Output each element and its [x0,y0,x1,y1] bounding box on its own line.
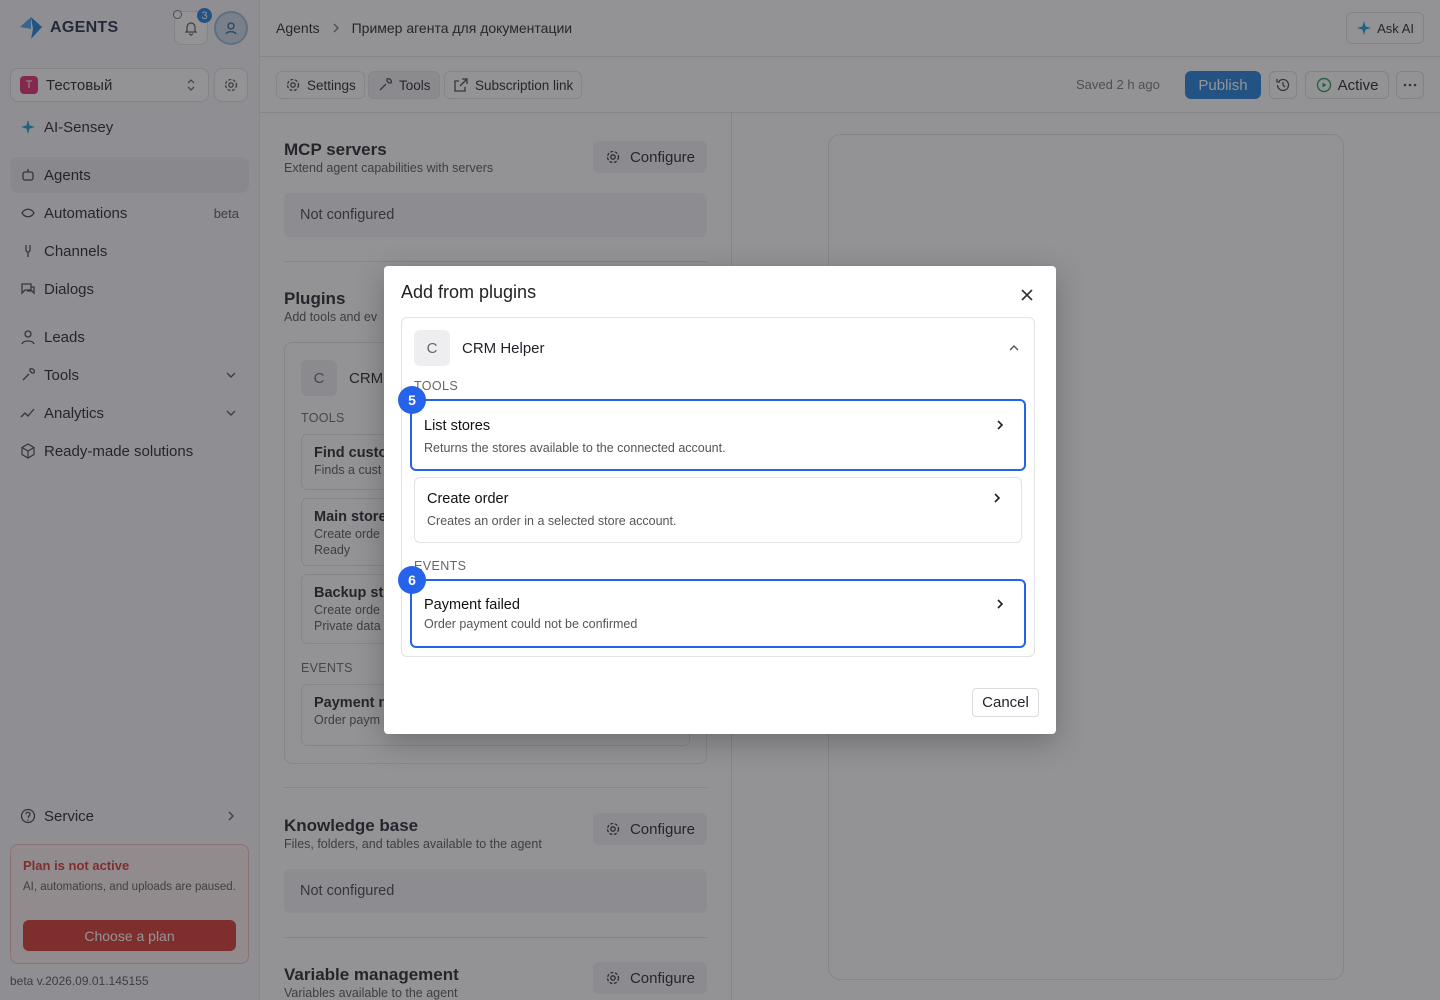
tool-description: Returns the stores available to the conn… [424,441,726,455]
cancel-button[interactable]: Cancel [972,688,1039,717]
chevron-up-icon[interactable] [1006,340,1022,356]
app-root: AGENTS 3 T Тестовый AI-Sensey Agents [0,0,1440,1000]
step-marker: 5 [398,386,426,414]
plugin-header[interactable]: C CRM Helper [414,330,545,366]
tool-option-list-stores[interactable]: List stores Returns the stores available… [410,399,1026,471]
dialog-title: Add from plugins [401,282,537,302]
close-icon [1021,289,1033,301]
chevron-right-icon [994,493,1001,503]
tool-description: Creates an order in a selected store acc… [427,514,677,528]
tool-title: Create order [427,491,509,507]
plugin-group: C CRM Helper TOOLS List stores Returns t… [401,317,1035,657]
add-from-plugins-dialog: Add from plugins C CRM Helper TOOLS List… [384,266,1056,734]
plugin-initial: C [414,330,450,366]
tool-option-create-order[interactable]: Create order Creates an order in a selec… [414,477,1022,543]
event-option-payment-failed[interactable]: Payment failed Order payment could not b… [410,579,1026,648]
step-marker: 6 [398,566,426,594]
tool-title: List stores [424,418,491,434]
event-title: Payment failed [424,597,520,613]
plugin-name: CRM Helper [462,339,545,357]
chevron-right-icon [997,599,1004,609]
close-button[interactable] [1018,286,1036,304]
event-description: Order payment could not be confirmed [424,617,638,631]
chevron-right-icon [997,420,1004,430]
